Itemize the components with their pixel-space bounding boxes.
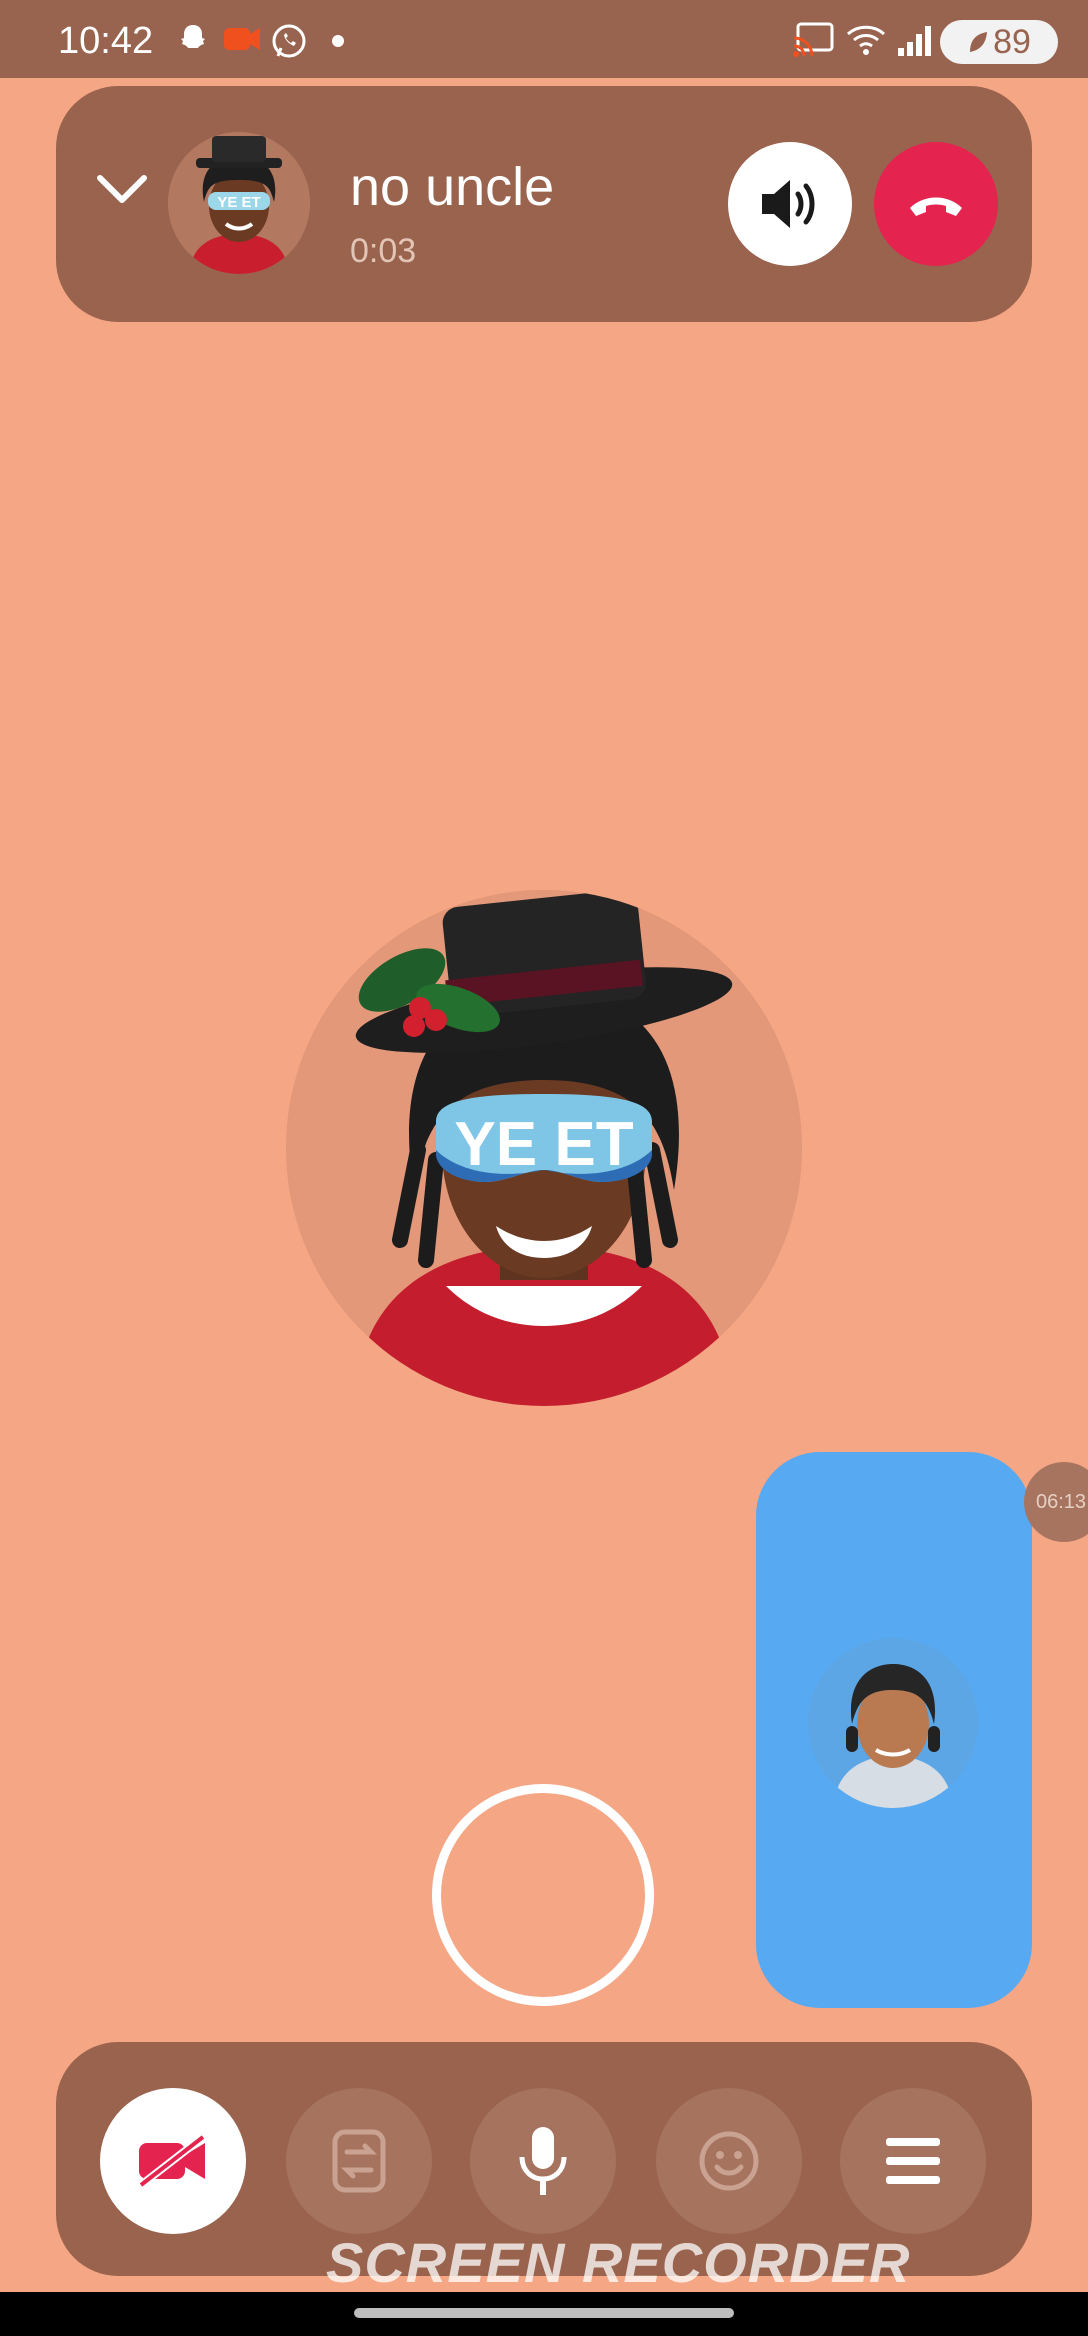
snapchat-icon: [176, 22, 210, 61]
caller-name: no uncle: [350, 157, 555, 217]
hang-up-icon: [910, 197, 962, 216]
speaker-icon: [762, 180, 815, 228]
self-video-view[interactable]: [756, 1452, 1032, 2008]
call-duration: 0:03: [350, 232, 417, 270]
chevron-down-icon[interactable]: [96, 172, 148, 211]
record-icon: [222, 22, 262, 61]
side-badge-text: 06:13: [1036, 1490, 1087, 1513]
mic-icon: [519, 2127, 567, 2195]
end-call-button[interactable]: [874, 142, 998, 266]
glasses-text: YE ET: [454, 1110, 633, 1179]
dot-icon: [332, 34, 344, 52]
menu-icon: [886, 2138, 940, 2184]
signal-icon: [896, 22, 932, 63]
whatsapp-icon: [270, 22, 308, 65]
wifi-icon: [846, 22, 886, 61]
emoji-button[interactable]: [656, 2088, 802, 2234]
svg-text:YE ET: YE ET: [217, 194, 260, 211]
battery-leaf-icon: [970, 32, 988, 52]
mic-button[interactable]: [470, 2088, 616, 2234]
battery-level: 89: [993, 22, 1031, 61]
home-indicator[interactable]: [354, 2308, 734, 2318]
side-timestamp-badge[interactable]: 06:13: [1024, 1462, 1088, 1542]
caller-avatar: YE ET: [286, 890, 802, 1406]
emoji-icon: [699, 2131, 759, 2191]
video-off-icon: [138, 2133, 206, 2189]
status-time: 10:42: [58, 20, 154, 62]
flip-camera-icon: [332, 2129, 386, 2193]
status-bar: 10:42 89: [0, 0, 1088, 78]
screen-recorder-watermark: SCREEN RECORDER: [326, 2231, 911, 2294]
video-toggle-button[interactable]: [100, 2088, 246, 2234]
cast-icon: [792, 22, 834, 63]
flip-camera-button[interactable]: [286, 2088, 432, 2234]
call-header: YE ET no uncle 0:03: [56, 86, 1032, 322]
caller-avatar-small: YE ET: [168, 132, 310, 274]
battery-indicator: 89: [940, 20, 1058, 64]
capture-button[interactable]: [432, 1784, 654, 2006]
self-avatar: [808, 1638, 978, 1808]
speaker-button[interactable]: [728, 142, 852, 266]
menu-button[interactable]: [840, 2088, 986, 2234]
